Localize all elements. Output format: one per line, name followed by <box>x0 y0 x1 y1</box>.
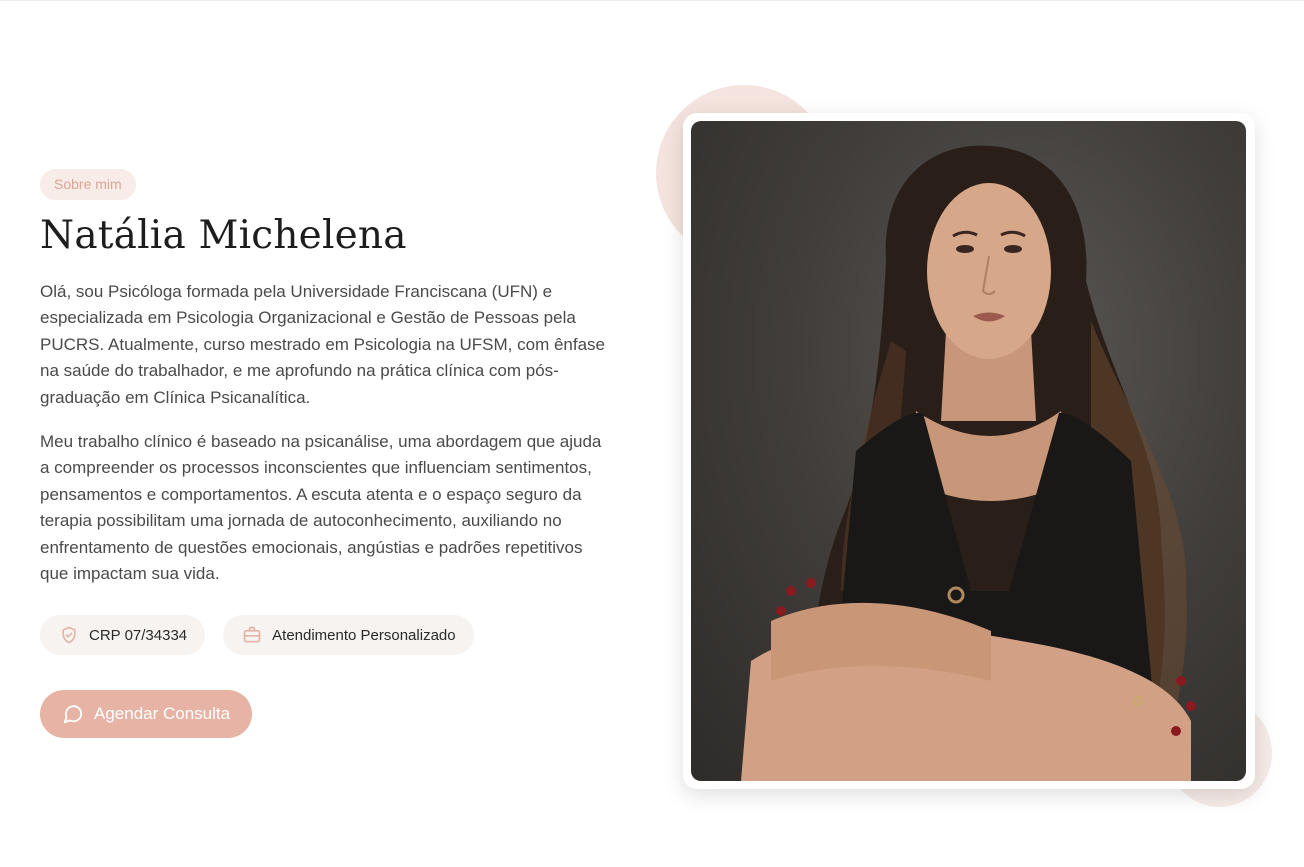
about-section: Sobre mim Natália Michelena Olá, sou Psi… <box>0 0 1304 867</box>
section-badge: Sobre mim <box>40 169 136 200</box>
bio-paragraph-1: Olá, sou Psicóloga formada pela Universi… <box>40 282 606 407</box>
chip-service-label: Atendimento Personalizado <box>272 626 456 644</box>
schedule-button[interactable]: Agendar Consulta <box>40 690 253 739</box>
chip-crp-label: CRP 07/34334 <box>89 626 188 644</box>
portrait-photo <box>691 121 1246 781</box>
chip-service: Atendimento Personalizado <box>223 615 474 656</box>
shield-check-icon <box>62 627 76 644</box>
chat-bubble-icon <box>63 705 83 724</box>
page-title: Natália Michelena <box>40 213 407 258</box>
header-divider <box>0 0 1304 1</box>
chip-crp: CRP 07/34334 <box>40 615 206 656</box>
schedule-button-label: Agendar Consulta <box>94 704 231 724</box>
portrait-card <box>683 113 1255 789</box>
briefcase-icon <box>243 627 261 643</box>
about-text-column: Sobre mim Natália Michelena Olá, sou Psi… <box>40 169 610 739</box>
bio-paragraph-2: Meu trabalho clínico é baseado na psican… <box>40 432 602 584</box>
credential-chips: CRP 07/34334 Atendimento Personalizado <box>40 615 610 656</box>
